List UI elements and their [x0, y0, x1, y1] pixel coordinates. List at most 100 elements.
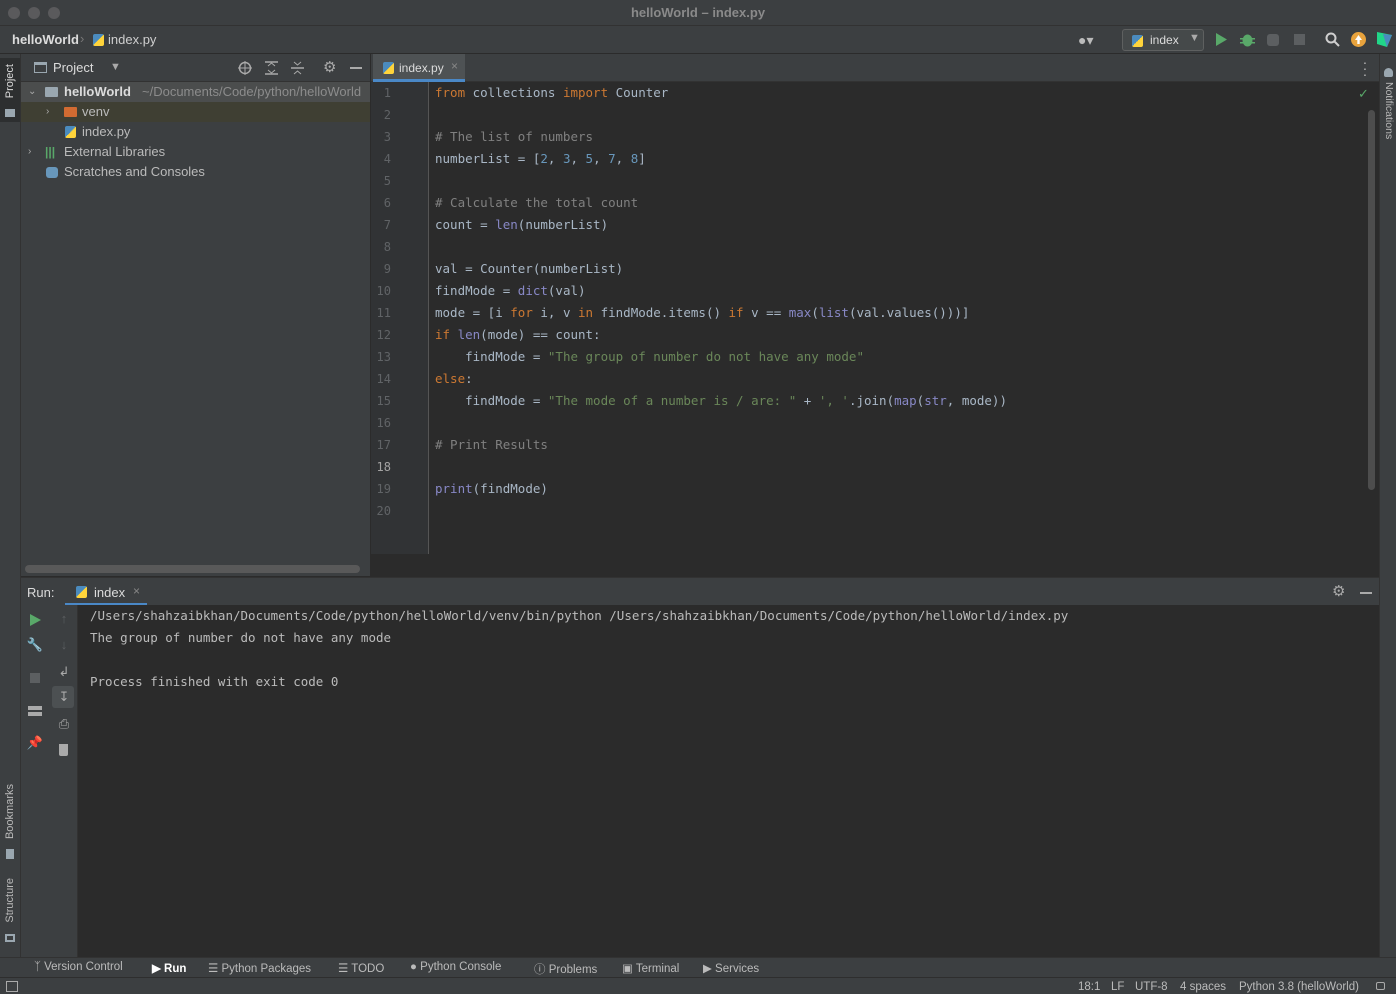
- arrow-up-icon[interactable]: ↑: [54, 611, 74, 626]
- breadcrumb-file[interactable]: index.py: [108, 32, 156, 47]
- run-tab-index[interactable]: index ×: [65, 578, 147, 606]
- code-line: # The list of numbers: [435, 129, 594, 144]
- tool-todo[interactable]: ☰ TODO: [338, 961, 384, 975]
- run-panel-label: Run:: [27, 585, 55, 600]
- tree-item-external-libraries[interactable]: › ||| External Libraries: [21, 142, 370, 162]
- pin-icon[interactable]: 📌: [25, 735, 45, 751]
- wrench-icon[interactable]: 🔧: [25, 637, 45, 653]
- indent-setting[interactable]: 4 spaces: [1180, 981, 1226, 993]
- libraries-icon: |||: [45, 145, 56, 159]
- file-encoding[interactable]: UTF-8: [1135, 981, 1168, 993]
- breadcrumb-project[interactable]: helloWorld: [12, 32, 79, 47]
- run-console[interactable]: /Users/shahzaibkhan/Documents/Code/pytho…: [78, 605, 1365, 957]
- tool-label: Python Console: [420, 961, 502, 973]
- tree-item-index-py[interactable]: index.py: [21, 122, 370, 142]
- warning-icon: ⓘ: [534, 964, 549, 976]
- tool-version-control[interactable]: ᛉ Version Control: [34, 961, 123, 973]
- branch-icon: ᛉ: [34, 961, 45, 973]
- tool-python-packages[interactable]: ☰ Python Packages: [208, 961, 311, 975]
- python-file-icon: [383, 62, 394, 74]
- collapse-all-icon[interactable]: [291, 61, 304, 75]
- updates-icon[interactable]: [1351, 32, 1366, 47]
- tree-item-helloworld[interactable]: ⌄ helloWorld ~/Documents/Code/python/hel…: [21, 82, 370, 102]
- stop-icon[interactable]: [1294, 34, 1305, 45]
- line-number: 9: [383, 262, 391, 276]
- no-problems-check-icon[interactable]: ✓: [1358, 86, 1369, 102]
- breadcrumb-separator-icon: ›: [80, 31, 85, 46]
- search-icon[interactable]: [1325, 32, 1340, 47]
- print-icon[interactable]: ⎙: [54, 716, 74, 732]
- vertical-scrollbar[interactable]: [1368, 110, 1375, 490]
- tree-item-label: index.py: [82, 124, 131, 139]
- code-editor[interactable]: from collections import Counter # The li…: [430, 82, 1369, 554]
- stop-icon[interactable]: [30, 673, 40, 683]
- layout-icon[interactable]: [28, 706, 42, 716]
- tree-item-scratches[interactable]: Scratches and Consoles: [21, 162, 370, 182]
- structure-icon: [5, 934, 15, 942]
- code-line: findMode = "The group of number do not h…: [435, 349, 864, 364]
- right-tool-stripe: Notifications: [1379, 54, 1396, 957]
- debug-icon[interactable]: [1240, 32, 1255, 47]
- tool-run[interactable]: ▶ Run: [152, 961, 186, 975]
- python-interpreter[interactable]: Python 3.8 (helloWorld): [1239, 981, 1359, 993]
- more-options-icon[interactable]: · · ·: [1362, 55, 1368, 81]
- close-tab-icon[interactable]: ×: [451, 59, 458, 73]
- project-view-title[interactable]: Project: [53, 60, 93, 75]
- line-separator[interactable]: LF: [1111, 981, 1124, 993]
- soft-wrap-icon[interactable]: ↲: [54, 664, 74, 680]
- hide-panel-icon[interactable]: [1360, 592, 1372, 594]
- notifications-tool-button[interactable]: Notifications: [1383, 82, 1395, 139]
- line-number: 14: [376, 372, 391, 386]
- close-tab-icon[interactable]: ×: [133, 584, 140, 598]
- line-number: 20: [376, 504, 391, 518]
- locate-file-icon[interactable]: [238, 61, 252, 75]
- arrow-down-icon[interactable]: ↓: [54, 637, 74, 652]
- lock-icon[interactable]: [1376, 982, 1385, 990]
- toggle-tool-windows-icon[interactable]: [6, 981, 18, 992]
- chevron-down-icon[interactable]: ⌄: [28, 82, 36, 102]
- chevron-right-icon[interactable]: ›: [46, 102, 49, 122]
- line-number: 11: [376, 306, 391, 320]
- line-number: 8: [383, 240, 391, 254]
- chevron-down-icon: ▼: [1189, 32, 1200, 44]
- gear-icon[interactable]: ⚙: [1332, 582, 1345, 600]
- chevron-down-icon[interactable]: ▼: [110, 61, 121, 73]
- rerun-icon[interactable]: [30, 614, 41, 626]
- line-number: 12: [376, 328, 391, 342]
- editor-tab-bar: index.py × · · ·: [371, 54, 1379, 82]
- trash-icon[interactable]: [59, 744, 68, 756]
- scroll-to-end-icon: ↧: [58, 689, 70, 704]
- tool-services[interactable]: ▶ Services: [703, 961, 759, 975]
- tool-terminal[interactable]: ▣ Terminal: [622, 961, 679, 975]
- caret-position[interactable]: 18:1: [1078, 981, 1100, 993]
- tab-label: index.py: [399, 61, 444, 75]
- structure-tool-button[interactable]: Structure: [4, 878, 16, 923]
- run-configuration-label: index: [1150, 33, 1179, 47]
- line-number: 10: [376, 284, 391, 298]
- console-line: The group of number do not have any mode: [90, 630, 392, 645]
- terminal-icon: ▣: [622, 963, 636, 975]
- layers-icon: ☰: [208, 963, 222, 975]
- tool-label: TODO: [351, 963, 385, 975]
- services-icon: ▶: [703, 963, 716, 975]
- tab-index-py[interactable]: index.py ×: [373, 54, 465, 82]
- jetbrains-logo-icon[interactable]: [1377, 32, 1392, 47]
- coverage-icon[interactable]: [1266, 33, 1280, 47]
- bell-icon: [1384, 68, 1393, 77]
- user-account-icon[interactable]: ●▾: [1078, 32, 1093, 48]
- tool-problems[interactable]: ⓘ Problems: [534, 961, 597, 977]
- tool-python-console[interactable]: ● Python Console: [410, 961, 501, 973]
- line-number: 13: [376, 350, 391, 364]
- gear-icon[interactable]: ⚙: [323, 58, 336, 76]
- code-line: # Print Results: [435, 437, 548, 452]
- tool-label: Services: [715, 963, 760, 975]
- chevron-right-icon[interactable]: ›: [28, 142, 31, 162]
- line-number: 19: [376, 482, 391, 496]
- tree-item-venv[interactable]: › venv: [21, 102, 370, 122]
- expand-all-icon[interactable]: [265, 61, 278, 75]
- bookmarks-tool-button[interactable]: Bookmarks: [4, 784, 16, 839]
- run-configuration-select[interactable]: index ▼: [1122, 29, 1204, 51]
- horizontal-scrollbar[interactable]: [25, 565, 360, 573]
- run-icon[interactable]: [1215, 33, 1227, 46]
- hide-panel-icon[interactable]: [350, 67, 362, 69]
